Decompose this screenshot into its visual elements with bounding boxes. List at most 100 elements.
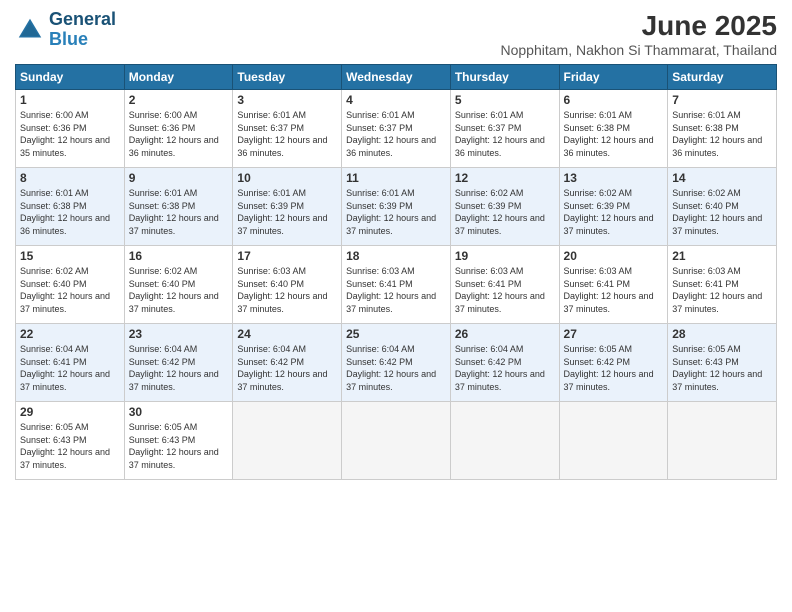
page: General Blue June 2025 Nopphitam, Nakhon…	[0, 0, 792, 612]
day-info: Sunrise: 6:02 AMSunset: 6:40 PMDaylight:…	[20, 265, 120, 315]
day-info: Sunrise: 6:02 AMSunset: 6:39 PMDaylight:…	[564, 187, 664, 237]
day-info: Sunrise: 6:02 AMSunset: 6:39 PMDaylight:…	[455, 187, 555, 237]
day-number: 11	[346, 171, 446, 185]
day-info: Sunrise: 6:04 AMSunset: 6:42 PMDaylight:…	[455, 343, 555, 393]
day-number: 13	[564, 171, 664, 185]
logo-icon	[15, 15, 45, 45]
day-info: Sunrise: 6:05 AMSunset: 6:43 PMDaylight:…	[20, 421, 120, 471]
day-number: 9	[129, 171, 229, 185]
day-number: 7	[672, 93, 772, 107]
table-row: 14Sunrise: 6:02 AMSunset: 6:40 PMDayligh…	[668, 168, 777, 246]
day-info: Sunrise: 6:03 AMSunset: 6:41 PMDaylight:…	[455, 265, 555, 315]
calendar-week-row: 22 Sunrise: 6:04 AMSunset: 6:41 PMDayligh…	[16, 324, 777, 402]
table-row: 28 Sunrise: 6:05 AMSunset: 6:43 PMDayligh…	[668, 324, 777, 402]
day-info: Sunrise: 6:01 AMSunset: 6:37 PMDaylight:…	[455, 109, 555, 159]
table-row: 10 Sunrise: 6:01 AMSunset: 6:39 PMDayligh…	[233, 168, 342, 246]
table-row: 13 Sunrise: 6:02 AMSunset: 6:39 PMDayligh…	[559, 168, 668, 246]
table-row: 9 Sunrise: 6:01 AMSunset: 6:38 PMDaylight…	[124, 168, 233, 246]
day-number: 27	[564, 327, 664, 341]
table-row: 6 Sunrise: 6:01 AMSunset: 6:38 PMDaylight…	[559, 90, 668, 168]
col-wednesday: Wednesday	[342, 65, 451, 90]
day-info: Sunrise: 6:00 AMSunset: 6:36 PMDaylight:…	[129, 109, 229, 159]
day-number: 16	[129, 249, 229, 263]
day-info: Sunrise: 6:05 AMSunset: 6:42 PMDaylight:…	[564, 343, 664, 393]
day-info: Sunrise: 6:01 AMSunset: 6:38 PMDaylight:…	[672, 109, 772, 159]
day-number: 22	[20, 327, 120, 341]
location: Nopphitam, Nakhon Si Thammarat, Thailand	[500, 42, 777, 58]
table-row: 17 Sunrise: 6:03 AMSunset: 6:40 PMDayligh…	[233, 246, 342, 324]
day-info: Sunrise: 6:03 AMSunset: 6:40 PMDaylight:…	[237, 265, 337, 315]
table-row: 2 Sunrise: 6:00 AMSunset: 6:36 PMDaylight…	[124, 90, 233, 168]
day-number: 12	[455, 171, 555, 185]
day-number: 20	[564, 249, 664, 263]
day-info: Sunrise: 6:03 AMSunset: 6:41 PMDaylight:…	[564, 265, 664, 315]
day-info: Sunrise: 6:01 AMSunset: 6:37 PMDaylight:…	[346, 109, 446, 159]
day-number: 21	[672, 249, 772, 263]
day-info: Sunrise: 6:01 AMSunset: 6:38 PMDaylight:…	[564, 109, 664, 159]
day-info: Sunrise: 6:05 AMSunset: 6:43 PMDaylight:…	[129, 421, 229, 471]
table-row: 26 Sunrise: 6:04 AMSunset: 6:42 PMDayligh…	[450, 324, 559, 402]
day-number: 23	[129, 327, 229, 341]
day-number: 25	[346, 327, 446, 341]
calendar-header-row: Sunday Monday Tuesday Wednesday Thursday…	[16, 65, 777, 90]
day-info: Sunrise: 6:04 AMSunset: 6:42 PMDaylight:…	[346, 343, 446, 393]
day-info: Sunrise: 6:00 AMSunset: 6:36 PMDaylight:…	[20, 109, 120, 159]
day-number: 24	[237, 327, 337, 341]
table-row: 16Sunrise: 6:02 AMSunset: 6:40 PMDayligh…	[124, 246, 233, 324]
col-saturday: Saturday	[668, 65, 777, 90]
table-row: 24Sunrise: 6:04 AMSunset: 6:42 PMDayligh…	[233, 324, 342, 402]
day-number: 26	[455, 327, 555, 341]
month-year: June 2025	[500, 10, 777, 42]
table-row: 22 Sunrise: 6:04 AMSunset: 6:41 PMDayligh…	[16, 324, 125, 402]
day-number: 6	[564, 93, 664, 107]
table-row	[559, 402, 668, 480]
day-info: Sunrise: 6:01 AMSunset: 6:38 PMDaylight:…	[129, 187, 229, 237]
table-row: 21Sunrise: 6:03 AMSunset: 6:41 PMDayligh…	[668, 246, 777, 324]
day-number: 3	[237, 93, 337, 107]
logo-line2: Blue	[49, 30, 116, 50]
table-row: 11 Sunrise: 6:01 AMSunset: 6:39 PMDayligh…	[342, 168, 451, 246]
table-row: 12 Sunrise: 6:02 AMSunset: 6:39 PMDayligh…	[450, 168, 559, 246]
day-number: 28	[672, 327, 772, 341]
day-info: Sunrise: 6:01 AMSunset: 6:39 PMDaylight:…	[237, 187, 337, 237]
day-number: 4	[346, 93, 446, 107]
day-info: Sunrise: 6:04 AMSunset: 6:41 PMDaylight:…	[20, 343, 120, 393]
day-number: 2	[129, 93, 229, 107]
table-row: 8 Sunrise: 6:01 AMSunset: 6:38 PMDaylight…	[16, 168, 125, 246]
table-row: 18 Sunrise: 6:03 AMSunset: 6:41 PMDayligh…	[342, 246, 451, 324]
col-sunday: Sunday	[16, 65, 125, 90]
table-row: 23 Sunrise: 6:04 AMSunset: 6:42 PMDayligh…	[124, 324, 233, 402]
col-thursday: Thursday	[450, 65, 559, 90]
table-row	[450, 402, 559, 480]
col-friday: Friday	[559, 65, 668, 90]
day-info: Sunrise: 6:04 AMSunset: 6:42 PMDaylight:…	[129, 343, 229, 393]
table-row: 7 Sunrise: 6:01 AMSunset: 6:38 PMDaylight…	[668, 90, 777, 168]
day-info: Sunrise: 6:03 AMSunset: 6:41 PMDaylight:…	[346, 265, 446, 315]
table-row: 3Sunrise: 6:01 AMSunset: 6:37 PMDaylight…	[233, 90, 342, 168]
title-section: June 2025 Nopphitam, Nakhon Si Thammarat…	[500, 10, 777, 58]
day-number: 8	[20, 171, 120, 185]
day-number: 5	[455, 93, 555, 107]
header: General Blue June 2025 Nopphitam, Nakhon…	[15, 10, 777, 58]
table-row: 29Sunrise: 6:05 AMSunset: 6:43 PMDayligh…	[16, 402, 125, 480]
table-row: 4 Sunrise: 6:01 AMSunset: 6:37 PMDaylight…	[342, 90, 451, 168]
day-number: 19	[455, 249, 555, 263]
day-number: 15	[20, 249, 120, 263]
table-row: 20 Sunrise: 6:03 AMSunset: 6:41 PMDayligh…	[559, 246, 668, 324]
table-row: 19 Sunrise: 6:03 AMSunset: 6:41 PMDayligh…	[450, 246, 559, 324]
table-row: 27 Sunrise: 6:05 AMSunset: 6:42 PMDayligh…	[559, 324, 668, 402]
table-row: 25 Sunrise: 6:04 AMSunset: 6:42 PMDayligh…	[342, 324, 451, 402]
table-row: 15 Sunrise: 6:02 AMSunset: 6:40 PMDayligh…	[16, 246, 125, 324]
day-number: 18	[346, 249, 446, 263]
day-info: Sunrise: 6:01 AMSunset: 6:39 PMDaylight:…	[346, 187, 446, 237]
col-tuesday: Tuesday	[233, 65, 342, 90]
table-row	[233, 402, 342, 480]
day-number: 17	[237, 249, 337, 263]
day-info: Sunrise: 6:01 AMSunset: 6:38 PMDaylight:…	[20, 187, 120, 237]
table-row: 1Sunrise: 6:00 AMSunset: 6:36 PMDaylight…	[16, 90, 125, 168]
logo-text: General Blue	[49, 10, 116, 50]
calendar-week-row: 8 Sunrise: 6:01 AMSunset: 6:38 PMDaylight…	[16, 168, 777, 246]
calendar-table: Sunday Monday Tuesday Wednesday Thursday…	[15, 64, 777, 480]
day-number: 10	[237, 171, 337, 185]
day-info: Sunrise: 6:05 AMSunset: 6:43 PMDaylight:…	[672, 343, 772, 393]
